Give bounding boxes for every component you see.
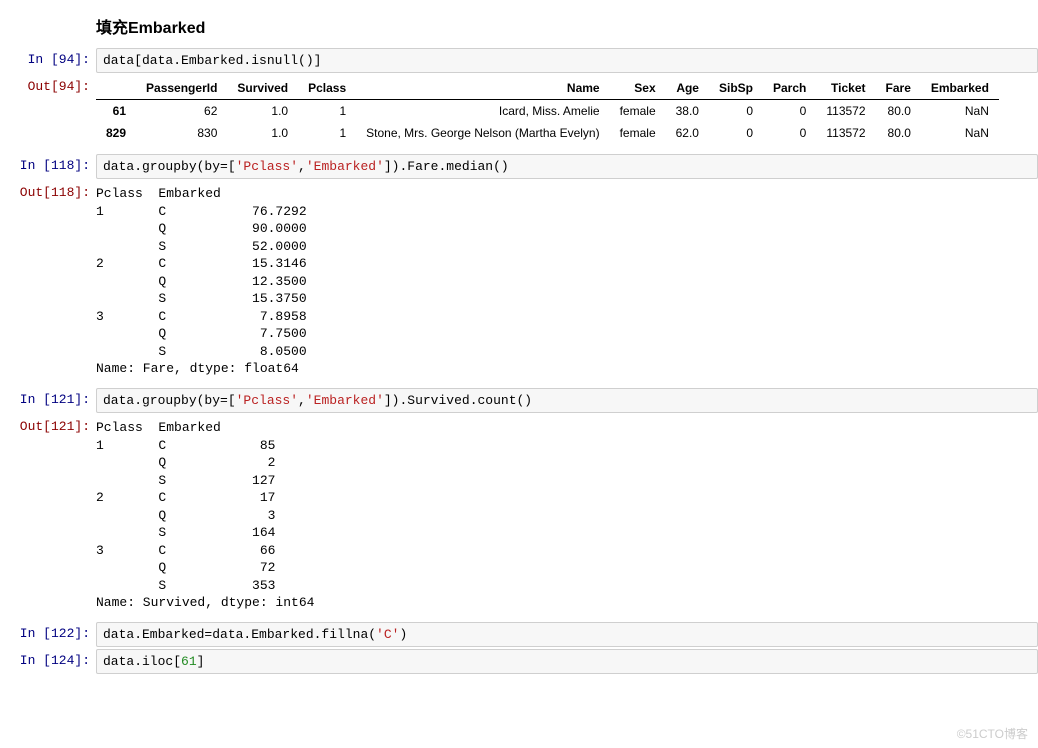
th: Fare [876,77,921,100]
prompt-out-94: Out[94]: [0,75,96,98]
output-table-94: PassengerId Survived Pclass Name Sex Age… [96,77,999,144]
prompt-in-94: In [94]: [0,48,96,71]
prompt-in-121: In [121]: [0,388,96,411]
code-string: 'Embarked' [306,393,384,408]
td: 830 [136,122,227,144]
cell-94-input: In [94]: data[data.Embarked.isnull()] [0,48,1038,73]
th: Survived [227,77,298,100]
code-token: data.iloc[ [103,654,181,669]
section-heading: 填充Embarked [96,14,1038,38]
td: 38.0 [666,100,709,123]
th: Embarked [921,77,999,100]
code-token: , [298,159,306,174]
td: 113572 [816,122,875,144]
code-string: 'Embarked' [306,159,384,174]
code-token: , [298,393,306,408]
td: Stone, Mrs. George Nelson (Martha Evelyn… [356,122,609,144]
cell-124-input: In [124]: data.iloc[61] [0,649,1038,674]
output-text-118: Pclass Embarked 1 C 76.7292 Q 90.0000 S … [96,181,1038,386]
prompt-in-118: In [118]: [0,154,96,177]
table-row: 61 62 1.0 1 Icard, Miss. Amelie female 3… [96,100,999,123]
output-text-121: Pclass Embarked 1 C 85 Q 2 S 127 2 C 17 … [96,415,1038,620]
td: 1 [298,122,356,144]
td: 80.0 [876,122,921,144]
th: PassengerId [136,77,227,100]
td: female [610,100,666,123]
td: female [610,122,666,144]
td: 80.0 [876,100,921,123]
td: 0 [763,100,816,123]
code-number: 61 [181,654,197,669]
th: SibSp [709,77,763,100]
prompt-in-124: In [124]: [0,649,96,672]
code-token: ]).Fare.median() [384,159,509,174]
watermark: ©51CTO博客 [957,725,1028,742]
th: Name [356,77,609,100]
cell-118-output: Out[118]: Pclass Embarked 1 C 76.7292 Q … [0,181,1038,386]
code-input-124[interactable]: data.iloc[61] [96,649,1038,674]
code-input-118[interactable]: data.groupby(by=['Pclass','Embarked']).F… [96,154,1038,179]
cell-121-input: In [121]: data.groupby(by=['Pclass','Emb… [0,388,1038,413]
td: 1 [298,100,356,123]
code-token: data.groupby(by=[ [103,393,236,408]
code-string: 'Pclass' [236,393,298,408]
code-input-122[interactable]: data.Embarked=data.Embarked.fillna('C') [96,622,1038,647]
code-string: 'C' [376,627,399,642]
td-idx: 61 [96,100,136,123]
td: 1.0 [227,100,298,123]
code-token: ) [399,627,407,642]
td: NaN [921,100,999,123]
cell-122-input: In [122]: data.Embarked=data.Embarked.fi… [0,622,1038,647]
td: Icard, Miss. Amelie [356,100,609,123]
td-idx: 829 [96,122,136,144]
td: 62 [136,100,227,123]
td: 0 [709,122,763,144]
td: 113572 [816,100,875,123]
td: 0 [763,122,816,144]
prompt-in-122: In [122]: [0,622,96,645]
td: NaN [921,122,999,144]
prompt-out-121: Out[121]: [0,415,96,438]
code-input-121[interactable]: data.groupby(by=['Pclass','Embarked']).S… [96,388,1038,413]
th: Pclass [298,77,356,100]
code-input-94[interactable]: data[data.Embarked.isnull()] [96,48,1038,73]
code-string: 'Pclass' [236,159,298,174]
cell-118-input: In [118]: data.groupby(by=['Pclass','Emb… [0,154,1038,179]
code-token: ] [197,654,205,669]
cell-94-output: Out[94]: PassengerId Survived Pclass Nam… [0,75,1038,152]
th: Age [666,77,709,100]
th-idx [96,77,136,100]
code-token: data.groupby(by=[ [103,159,236,174]
th: Ticket [816,77,875,100]
td: 62.0 [666,122,709,144]
th: Parch [763,77,816,100]
prompt-out-118: Out[118]: [0,181,96,204]
td: 0 [709,100,763,123]
code-token: ]).Survived.count() [384,393,532,408]
cell-121-output: Out[121]: Pclass Embarked 1 C 85 Q 2 S 1… [0,415,1038,620]
code-token: data.Embarked=data.Embarked.fillna( [103,627,376,642]
th: Sex [610,77,666,100]
td: 1.0 [227,122,298,144]
table-row: 829 830 1.0 1 Stone, Mrs. George Nelson … [96,122,999,144]
